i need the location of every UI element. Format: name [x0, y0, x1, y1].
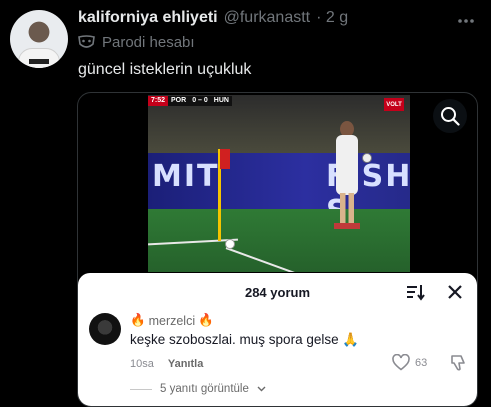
close-icon[interactable]: [444, 281, 466, 303]
fire-icon: 🔥: [130, 313, 146, 327]
mask-icon: [78, 35, 95, 48]
sort-icon[interactable]: [404, 281, 426, 303]
player: [334, 223, 360, 229]
score: 0 – 0: [189, 96, 211, 106]
player: [340, 193, 354, 227]
comment-meta: 10sa Yanıtla: [130, 358, 203, 370]
display-name[interactable]: kaliforniya ehliyeti: [78, 9, 218, 27]
fire-icon: 🔥: [198, 313, 214, 327]
corner-flag-cloth: [220, 149, 230, 169]
pray-icon: 🙏: [342, 332, 360, 347]
timestamp[interactable]: · 2 g: [316, 9, 348, 27]
match-time: 7:52: [148, 96, 169, 106]
like-count: 63: [415, 356, 428, 369]
heart-icon: [392, 354, 410, 371]
comment-text: keşke szoboszlai. muş spora gelse 🙏: [130, 332, 359, 348]
parody-badge: Parodi hesabı: [78, 34, 195, 51]
handle[interactable]: @furkanastt: [224, 9, 311, 27]
comment-age: 10sa: [130, 358, 154, 370]
commenter-avatar[interactable]: [89, 313, 121, 345]
divider: [130, 388, 152, 390]
ball: [225, 239, 235, 249]
parody-label: Parodi hesabı: [102, 34, 195, 51]
comment-username[interactable]: 🔥 merzelci 🔥: [130, 313, 214, 328]
away-team: HUN: [210, 96, 232, 106]
like-button[interactable]: 63: [392, 354, 427, 371]
player: [336, 135, 358, 195]
home-team: POR: [168, 96, 190, 106]
view-replies-button[interactable]: 5 yanıtı görüntüle: [130, 383, 266, 395]
channel-logo: VOLT: [384, 98, 404, 111]
media-card[interactable]: MIT FISH S 7:52 POR 0 – 0 HUN VOLT 284 y…: [77, 92, 478, 407]
scorebug: 7:52 POR 0 – 0 HUN: [148, 96, 232, 106]
comment-body: keşke szoboszlai. muş spora gelse: [130, 332, 339, 347]
tweet-text: güncel isteklerin uçukluk: [78, 61, 252, 78]
chevron-down-icon: [257, 386, 266, 392]
tweet-header: kaliforniya ehliyeti @furkanastt · 2 g: [78, 9, 451, 31]
board-text-left: MIT: [152, 159, 220, 194]
ellipsis-icon[interactable]: [457, 8, 475, 29]
view-replies-label: 5 yanıtı görüntüle: [160, 383, 249, 395]
ball: [362, 153, 372, 163]
search-icon[interactable]: [433, 99, 467, 133]
video-frame[interactable]: MIT FISH S 7:52 POR 0 – 0 HUN VOLT: [148, 95, 410, 272]
comments-sheet: 284 yorum 🔥 merzelci 🔥 keşke szoboszlai.…: [78, 273, 477, 406]
author-avatar[interactable]: [10, 10, 68, 68]
username-text: merzelci: [148, 313, 196, 328]
reply-button[interactable]: Yanıtla: [168, 358, 203, 370]
dislike-icon[interactable]: [448, 354, 466, 372]
